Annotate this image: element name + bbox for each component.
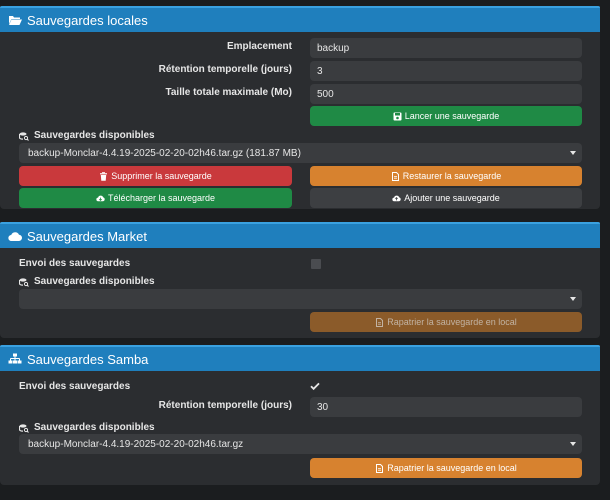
local-available-label: Sauvegardes disponibles — [19, 130, 155, 141]
chevron-down-icon — [570, 151, 576, 155]
cloud-icon — [8, 230, 22, 242]
download-backup-button[interactable]: Télécharger la sauvegarde — [19, 188, 292, 208]
check-icon[interactable] — [309, 380, 321, 392]
max-size-field[interactable]: 500 — [310, 84, 582, 104]
panel-samba-title: Sauvegardes Samba — [27, 351, 149, 367]
market-send-checkbox[interactable] — [311, 259, 321, 269]
location-field[interactable]: backup — [310, 38, 582, 58]
retention-field[interactable]: 3 — [310, 61, 582, 81]
panel-market-title: Sauvegardes Market — [27, 228, 147, 244]
launch-backup-button[interactable]: Lancer une sauvegarde — [310, 106, 582, 126]
cloud-upload-icon — [392, 194, 401, 203]
delete-backup-button[interactable]: Supprimer la sauvegarde — [19, 166, 292, 186]
sitemap-icon — [8, 353, 22, 365]
market-backup-select[interactable] — [19, 289, 582, 309]
market-send-label: Envoi des sauvegardes — [19, 258, 131, 269]
chevron-down-icon — [570, 442, 576, 446]
cloud-download-icon — [96, 194, 105, 203]
max-size-label: Taille totale maximale (Mo) — [165, 87, 292, 98]
file-icon — [375, 317, 384, 327]
search-database-icon — [19, 131, 29, 141]
samba-retention-field[interactable]: 30 — [310, 397, 582, 417]
panel-local-title: Sauvegardes locales — [27, 12, 148, 28]
restore-backup-button[interactable]: Restaurer la sauvegarde — [310, 166, 582, 186]
floppy-icon — [393, 112, 402, 121]
panel-local-header: Sauvegardes locales — [0, 6, 600, 32]
samba-send-label: Envoi des sauvegardes — [19, 381, 131, 392]
samba-backup-selected: backup-Monclar-4.4.19-2025-02-20-02h46.t… — [28, 438, 244, 450]
samba-available-label: Sauvegardes disponibles — [19, 422, 155, 433]
file-icon — [391, 171, 400, 181]
add-backup-button[interactable]: Ajouter une sauvegarde — [310, 188, 582, 208]
samba-repatriate-button[interactable]: Rapatrier la sauvegarde en local — [310, 458, 582, 478]
launch-backup-label: Lancer une sauvegarde — [404, 111, 500, 121]
market-available-label: Sauvegardes disponibles — [19, 276, 155, 287]
local-backup-selected: backup-Monclar-4.4.19-2025-02-20-02h46.t… — [28, 147, 301, 159]
trash-icon — [99, 171, 108, 181]
folder-open-icon — [8, 14, 22, 26]
chevron-down-icon — [570, 297, 576, 301]
search-database-icon — [19, 423, 29, 433]
samba-backup-select[interactable]: backup-Monclar-4.4.19-2025-02-20-02h46.t… — [19, 434, 582, 454]
panel-samba-header: Sauvegardes Samba — [0, 345, 600, 371]
retention-label: Rétention temporelle (jours) — [158, 64, 292, 75]
panel-market-header: Sauvegardes Market — [0, 222, 600, 248]
location-label: Emplacement — [226, 41, 292, 52]
samba-retention-label: Rétention temporelle (jours) — [158, 400, 292, 411]
file-icon — [375, 463, 384, 473]
local-backup-select[interactable]: backup-Monclar-4.4.19-2025-02-20-02h46.t… — [19, 143, 582, 163]
search-database-icon — [19, 277, 29, 287]
market-repatriate-button[interactable]: Rapatrier la sauvegarde en local — [310, 312, 582, 332]
